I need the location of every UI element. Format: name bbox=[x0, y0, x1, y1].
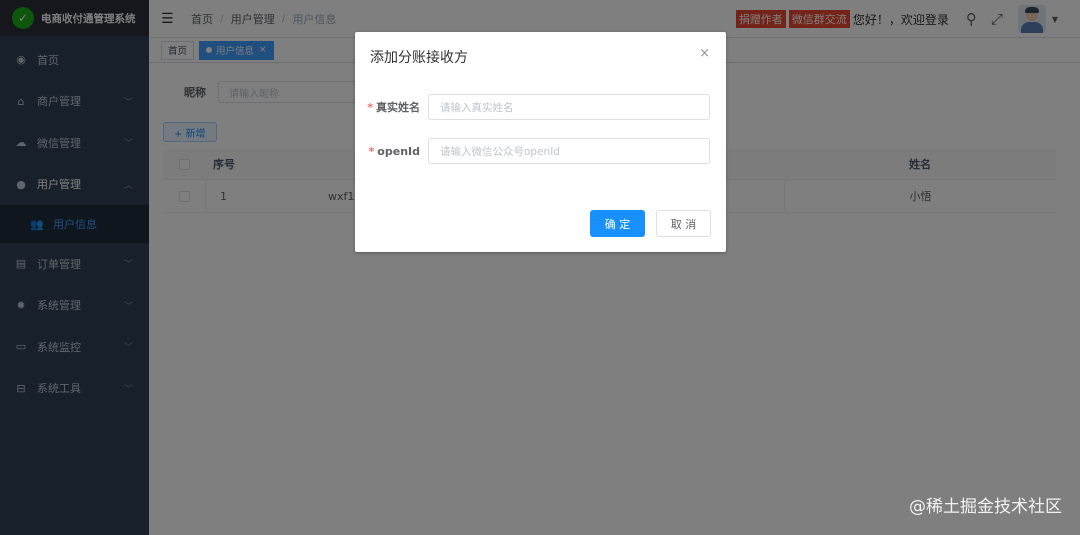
dialog-title: 添加分账接收方 bbox=[370, 50, 468, 66]
watermark: @稀土掘金技术社区 bbox=[909, 497, 1062, 517]
realname-label-text: 真实姓名 bbox=[376, 101, 420, 114]
openid-input[interactable]: 请输入微信公众号openId bbox=[428, 138, 710, 164]
required-mark: * bbox=[367, 101, 373, 114]
openid-label-text: openId bbox=[377, 144, 420, 158]
form-row-realname: * 真实姓名 请输入真实姓名 bbox=[355, 94, 726, 120]
cancel-button[interactable]: 取 消 bbox=[656, 210, 711, 237]
form-row-openid: * openId 请输入微信公众号openId bbox=[355, 138, 726, 164]
realname-input[interactable]: 请输入真实姓名 bbox=[428, 94, 710, 120]
realname-label: * 真实姓名 bbox=[355, 99, 428, 115]
add-receiver-dialog: 添加分账接收方 × * 真实姓名 请输入真实姓名 * openId 请输入微信公众号… bbox=[355, 32, 726, 252]
openid-label: * openId bbox=[355, 145, 428, 158]
close-icon[interactable]: × bbox=[699, 46, 710, 61]
confirm-button[interactable]: 确 定 bbox=[590, 210, 645, 237]
required-mark: * bbox=[368, 144, 375, 158]
